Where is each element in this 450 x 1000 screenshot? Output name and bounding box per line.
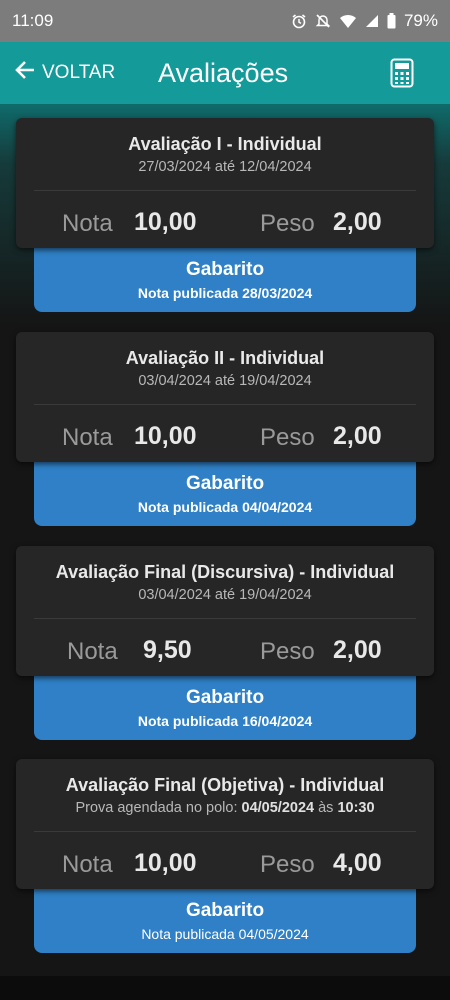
nota-label: Nota (67, 638, 118, 665)
evaluation-card[interactable]: Avaliação I - Individual 27/03/2024 até … (16, 118, 434, 248)
evaluation-item: Avaliação Final (Discursiva) - Individua… (16, 546, 434, 740)
peso-value: 2,00 (333, 636, 382, 664)
gabarito-button[interactable]: Gabarito Nota publicada 16/04/2024 (34, 676, 416, 740)
wifi-icon (339, 13, 357, 29)
evaluation-period: 27/03/2024 até 12/04/2024 (138, 159, 312, 175)
exam-schedule: Prova agendada no polo: 04/05/2024 às 10… (16, 800, 434, 816)
evaluation-item: Avaliação Final (Objetiva) - Individual … (16, 759, 434, 953)
peso-label: Peso (260, 851, 315, 878)
calculator-icon[interactable] (390, 58, 414, 88)
gabarito-button[interactable]: Gabarito Nota publicada 04/05/2024 (34, 889, 416, 953)
gabarito-button[interactable]: Gabarito Nota publicada 28/03/2024 (34, 248, 416, 312)
system-nav-bar (0, 976, 450, 1000)
back-label: VOLTAR (42, 62, 116, 83)
nota-label: Nota (62, 851, 113, 878)
nota-value: 10,00 (134, 422, 197, 450)
peso-value: 2,00 (333, 208, 382, 236)
peso-label: Peso (260, 210, 315, 237)
evaluation-card[interactable]: Avaliação Final (Objetiva) - Individual … (16, 759, 434, 889)
peso-label: Peso (260, 638, 315, 665)
evaluation-title: Avaliação Final (Objetiva) - Individual (65, 775, 385, 795)
grade-published-date: Nota publicada 04/04/2024 (137, 499, 313, 515)
evaluation-title: Avaliação I - Individual (128, 134, 322, 154)
gabarito-label: Gabarito (185, 900, 265, 921)
divider (34, 831, 416, 832)
peso-value: 4,00 (333, 849, 382, 877)
evaluation-item: Avaliação I - Individual 27/03/2024 até … (16, 118, 434, 312)
gabarito-label: Gabarito (185, 473, 265, 494)
peso-value: 2,00 (333, 422, 382, 450)
status-icons: 79% (291, 11, 438, 31)
evaluation-period: 03/04/2024 até 19/04/2024 (138, 587, 312, 603)
app-bar: VOLTAR Avaliações (0, 42, 450, 104)
gabarito-label: Gabarito (185, 259, 265, 280)
gabarito-label: Gabarito (185, 687, 265, 708)
page-title: Avaliações (158, 57, 289, 88)
arrow-left-icon (14, 59, 36, 87)
peso-label: Peso (260, 424, 315, 451)
nota-label: Nota (62, 424, 113, 451)
nota-label: Nota (62, 210, 113, 237)
grade-published-date: Nota publicada 04/05/2024 (141, 926, 309, 942)
schedule-mid: às (314, 800, 338, 816)
nota-value: 9,50 (143, 636, 192, 664)
grade-published-date: Nota publicada 16/04/2024 (137, 713, 313, 729)
signal-icon (365, 14, 379, 28)
schedule-date: 04/05/2024 (241, 800, 315, 816)
evaluation-title: Avaliação Final (Discursiva) - Individua… (55, 562, 395, 582)
battery-icon (387, 13, 396, 29)
schedule-time: 10:30 (337, 800, 375, 816)
battery-percent: 79% (403, 11, 438, 30)
evaluation-item: Avaliação II - Individual 03/04/2024 até… (16, 332, 434, 526)
status-bar: 11:09 79% (0, 0, 450, 42)
evaluations-list: Avaliação I - Individual 27/03/2024 até … (0, 104, 450, 976)
divider (34, 190, 416, 191)
divider (34, 404, 416, 405)
evaluation-title: Avaliação II - Individual (125, 348, 325, 368)
back-button[interactable]: VOLTAR (14, 42, 115, 104)
evaluation-period: 03/04/2024 até 19/04/2024 (138, 373, 312, 389)
mute-bell-icon (315, 13, 331, 29)
evaluation-card[interactable]: Avaliação II - Individual 03/04/2024 até… (16, 332, 434, 462)
gabarito-button[interactable]: Gabarito Nota publicada 04/04/2024 (34, 462, 416, 526)
grade-published-date: Nota publicada 28/03/2024 (137, 285, 313, 301)
divider (34, 618, 416, 619)
nota-value: 10,00 (134, 849, 197, 877)
schedule-prefix: Prova agendada no polo: (75, 800, 242, 816)
nota-value: 10,00 (134, 208, 197, 236)
alarm-icon (291, 13, 307, 29)
status-time: 11:09 (12, 11, 54, 30)
evaluation-card[interactable]: Avaliação Final (Discursiva) - Individua… (16, 546, 434, 676)
